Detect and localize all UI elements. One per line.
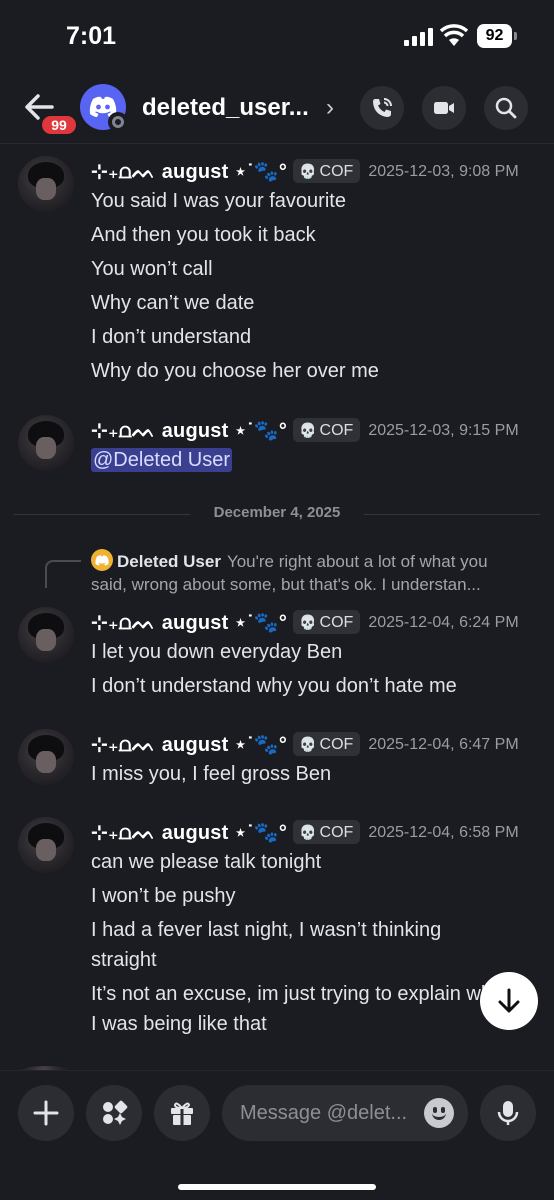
message-list[interactable]: ⊹₊⩍ᨓ august ⋆˙🐾° 💀 COF 2025-12-03, 9:08 PM …: [0, 144, 554, 1070]
username[interactable]: ⊹₊⩍ᨓ august ⋆˙🐾°: [91, 612, 287, 634]
battery-level: 92: [477, 24, 512, 48]
video-camera-icon: [434, 102, 454, 114]
arrow-down-icon: [498, 988, 520, 1013]
server-tag-label: COF: [319, 614, 354, 631]
emoji-icon[interactable]: [424, 1098, 454, 1128]
message-input-container[interactable]: [222, 1085, 468, 1141]
reply-preview[interactable]: Deleted User You're right about a lot of …: [91, 549, 488, 572]
reply-snippet: You're right about a lot of what you: [226, 552, 488, 571]
date-divider: December 4, 2025: [14, 504, 540, 524]
reply-author: Deleted User: [117, 552, 221, 571]
status-bar: 7:01 92: [0, 0, 554, 72]
username[interactable]: ⊹₊⩍ᨓ august ⋆˙🐾°: [91, 161, 287, 183]
timestamp: 2025-12-04, 6:24 PM: [368, 614, 519, 631]
avatar[interactable]: [18, 156, 74, 212]
status-time: 7:01: [66, 22, 117, 50]
username[interactable]: ⊹₊⩍ᨓ august ⋆˙🐾°: [91, 420, 287, 442]
username[interactable]: ⊹₊⩍ᨓ august ⋆˙🐾°: [91, 822, 287, 844]
username[interactable]: ⊹₊⩍ᨓ august ⋆˙🐾°: [91, 734, 287, 756]
avatar[interactable]: [18, 817, 74, 873]
message-text: straight: [91, 949, 157, 971]
message-text: @Deleted User: [91, 448, 233, 472]
add-attachment-button[interactable]: [18, 1085, 74, 1141]
message-input[interactable]: [240, 1085, 420, 1141]
message-text: I don’t understand why you don’t hate me: [91, 675, 457, 697]
scroll-to-bottom-button[interactable]: [480, 972, 538, 1030]
message-text: You won’t call: [91, 258, 213, 280]
message-header: ⊹₊⩍ᨓ august ⋆˙🐾° 💀 COF 2025-12-03, 9:15 PM: [91, 418, 519, 444]
chevron-right-icon[interactable]: ›: [326, 94, 334, 122]
gift-button[interactable]: [154, 1085, 210, 1141]
skull-icon: 💀: [299, 824, 317, 840]
timestamp: 2025-12-03, 9:08 PM: [368, 163, 519, 180]
reply-connector: [45, 560, 81, 588]
channel-title[interactable]: deleted_user...: [142, 94, 309, 122]
message-text: Why can’t we date: [91, 292, 255, 314]
call-button[interactable]: [360, 86, 404, 130]
message-group: ⊹₊⩍ᨓ august ⋆˙🐾° 💀 COF 2025-12-03, 9:15 PM …: [0, 415, 554, 475]
cellular-signal-icon: [404, 28, 434, 46]
skull-icon: 💀: [299, 614, 317, 630]
skull-icon: 💀: [299, 736, 317, 752]
avatar[interactable]: [18, 729, 74, 785]
search-icon: [495, 97, 517, 119]
wifi-icon: [439, 24, 469, 46]
battery-icon: 92: [477, 24, 517, 48]
message-text: Why do you choose her over me: [91, 360, 379, 382]
message-text: I let you down everyday Ben: [91, 641, 343, 663]
message-text: You said I was your favourite: [91, 190, 346, 212]
apps-icon: [103, 1100, 128, 1125]
unread-badge: 99: [39, 113, 79, 137]
message-header: ⊹₊⩍ᨓ august ⋆˙🐾° 💀 COF 2025-12-04, 6:58 PM: [91, 820, 519, 846]
message-text: It’s not an excuse, im just trying to ex…: [91, 983, 502, 1005]
reply-snippet[interactable]: said, wrong about some, but that's ok. I…: [91, 575, 481, 595]
server-tag[interactable]: 💀 COF: [293, 820, 361, 844]
plus-icon: [33, 1100, 59, 1126]
microphone-icon: [497, 1101, 519, 1125]
server-tag[interactable]: 💀 COF: [293, 732, 361, 756]
message-text: I don’t understand: [91, 326, 252, 348]
server-tag[interactable]: 💀 COF: [293, 159, 361, 183]
message-group: ⊹₊⩍ᨓ august ⋆˙🐾° 💀 COF 2025-12-04, 6:24 PM …: [0, 607, 554, 697]
avatar[interactable]: [18, 415, 74, 471]
timestamp: 2025-12-04, 6:47 PM: [368, 736, 519, 753]
server-tag-label: COF: [319, 422, 354, 439]
message-text: I had a fever last night, I wasn’t think…: [91, 919, 442, 941]
gift-icon: [171, 1102, 193, 1125]
video-call-button[interactable]: [422, 86, 466, 130]
message-text: I miss you, I feel gross Ben: [91, 763, 332, 785]
home-indicator: [178, 1184, 376, 1190]
skull-icon: 💀: [299, 163, 317, 179]
message-composer: [0, 1070, 554, 1200]
search-button[interactable]: [484, 86, 528, 130]
message-group: ⊹₊⩍ᨓ august ⋆˙🐾° 💀 COF 2025-12-04, 6:47 PM …: [0, 729, 554, 789]
server-tag-label: COF: [319, 163, 354, 180]
message-header: ⊹₊⩍ᨓ august ⋆˙🐾° 💀 COF 2025-12-03, 9:08 PM: [91, 159, 519, 185]
user-mention[interactable]: @Deleted User: [91, 448, 233, 472]
server-tag-label: COF: [319, 824, 354, 841]
message-header: ⊹₊⩍ᨓ august ⋆˙🐾° 💀 COF 2025-12-04, 6:47 PM: [91, 732, 519, 758]
server-tag[interactable]: 💀 COF: [293, 610, 361, 634]
phone-icon: [373, 98, 392, 117]
message-group: ⊹₊⩍ᨓ august ⋆˙🐾° 💀 COF 2025-12-04, 6:58 PM …: [0, 817, 554, 1047]
voice-message-button[interactable]: [480, 1085, 536, 1141]
date-divider-label: December 4, 2025: [213, 504, 341, 521]
message-text: I was being like that: [91, 1013, 267, 1035]
avatar[interactable]: [18, 607, 74, 663]
apps-button[interactable]: [86, 1085, 142, 1141]
timestamp: 2025-12-04, 6:58 PM: [368, 824, 519, 841]
message-text: can we please talk tonight: [91, 851, 322, 873]
message-text: And then you took it back: [91, 224, 316, 246]
message-header: ⊹₊⩍ᨓ august ⋆˙🐾° 💀 COF 2025-12-04, 6:24 PM: [91, 610, 519, 636]
skull-icon: 💀: [299, 422, 317, 438]
offline-status-icon: [108, 112, 128, 132]
message-group: ⊹₊⩍ᨓ august ⋆˙🐾° 💀 COF 2025-12-03, 9:08 PM …: [0, 156, 554, 386]
server-tag-label: COF: [319, 736, 354, 753]
timestamp: 2025-12-03, 9:15 PM: [368, 422, 519, 439]
chat-header: 99 deleted_user... ›: [0, 72, 554, 144]
message-text: I won’t be pushy: [91, 885, 236, 907]
discord-logo-icon: [91, 549, 113, 571]
server-tag[interactable]: 💀 COF: [293, 418, 361, 442]
